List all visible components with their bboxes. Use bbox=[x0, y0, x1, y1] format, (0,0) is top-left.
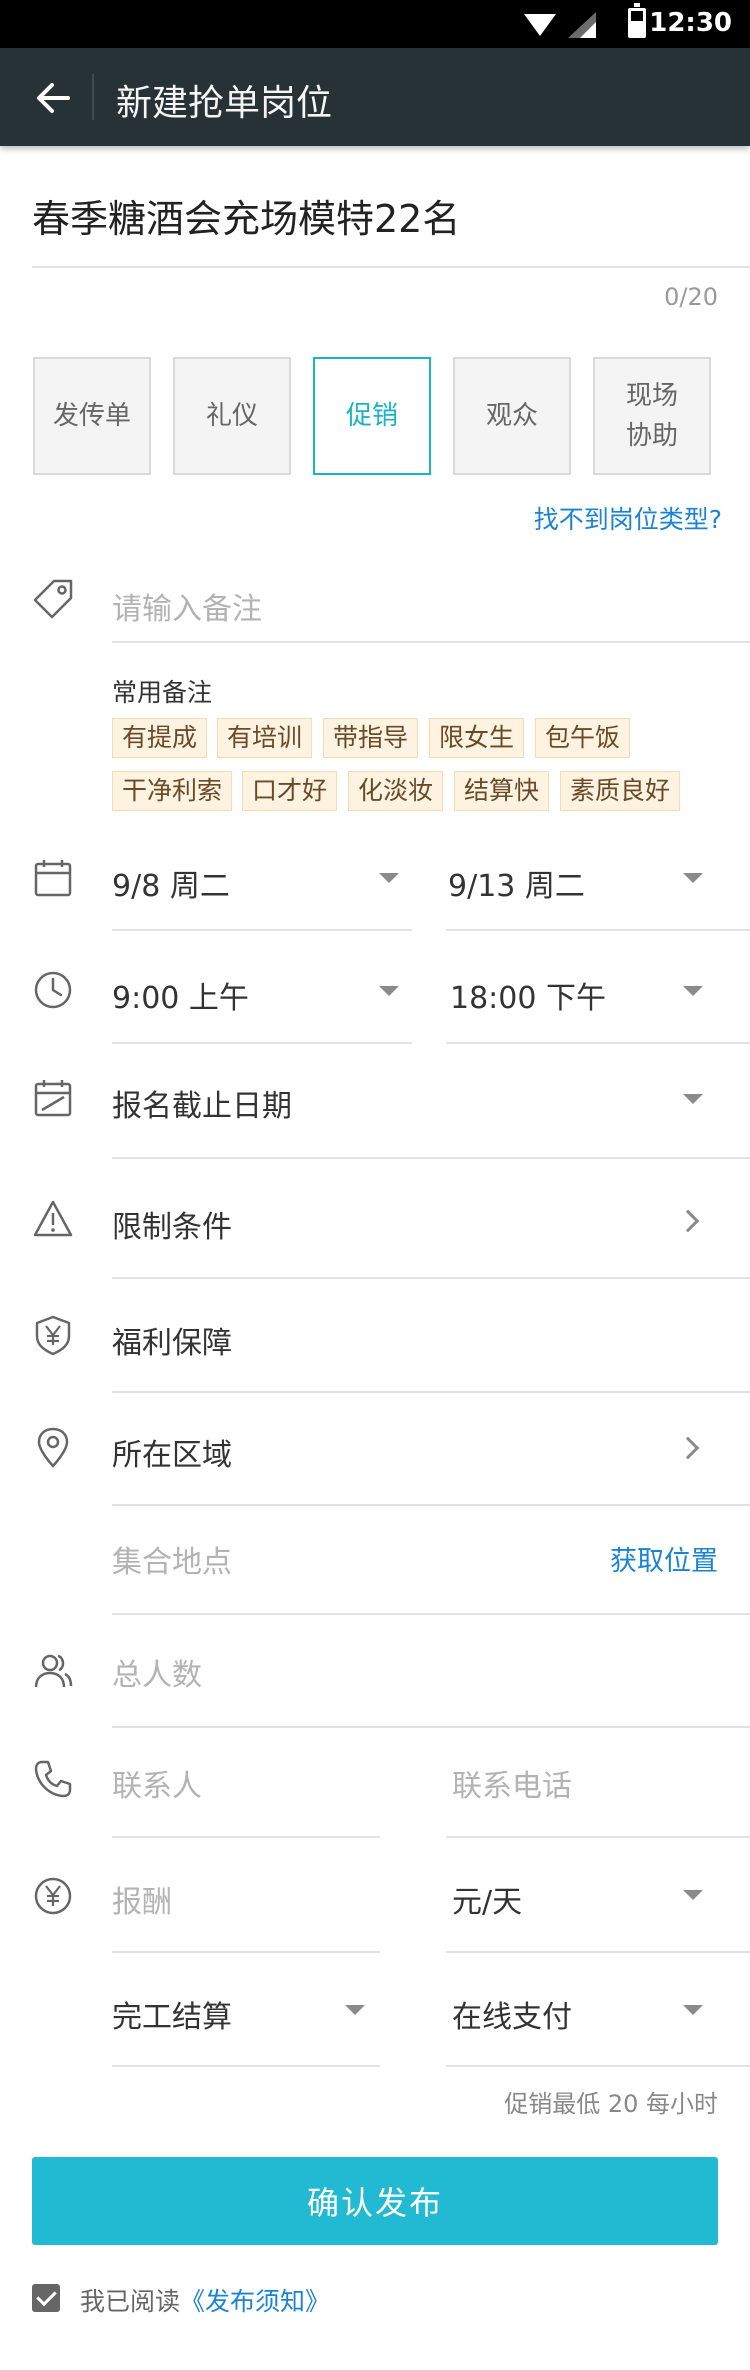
end-date-select[interactable]: 9/13 周二 bbox=[448, 861, 585, 905]
dropdown-caret-icon bbox=[683, 986, 703, 996]
location-pin-icon bbox=[37, 1427, 69, 1468]
type-button-audience[interactable]: 观众 bbox=[453, 357, 571, 475]
dropdown-caret-icon bbox=[345, 2005, 365, 2015]
headcount-input[interactable]: 总人数 bbox=[112, 1650, 202, 1694]
remark-tag[interactable]: 有培训 bbox=[217, 718, 313, 758]
type-button-onsite-assist[interactable]: 现场 协助 bbox=[593, 357, 711, 475]
end-time-select[interactable]: 18:00 下午 bbox=[450, 973, 606, 1017]
dropdown-caret-icon bbox=[683, 2005, 703, 2015]
pay-unit-select[interactable]: 元/天 bbox=[452, 1877, 522, 1921]
type-label: 促销 bbox=[345, 401, 398, 431]
type-label: 现场 协助 bbox=[625, 381, 678, 451]
area-underline bbox=[112, 1504, 750, 1506]
agree-checkbox[interactable] bbox=[32, 2284, 60, 2312]
restrictions-row[interactable]: 限制条件 bbox=[112, 1202, 232, 1246]
get-location-link[interactable]: 获取位置 bbox=[610, 1539, 718, 1578]
remark-tag[interactable]: 限女生 bbox=[429, 718, 525, 758]
clock-icon bbox=[34, 971, 72, 1009]
remark-tag[interactable]: 素质良好 bbox=[560, 771, 681, 811]
type-button-promotion[interactable]: 促销 bbox=[313, 357, 431, 475]
payment-method-underline bbox=[446, 2065, 750, 2067]
tag-icon bbox=[33, 579, 73, 619]
remark-tag[interactable]: 包午饭 bbox=[535, 718, 631, 758]
benefits-row[interactable]: 福利保障 bbox=[112, 1318, 232, 1362]
end-date-underline bbox=[446, 929, 750, 931]
min-pay-note: 促销最低 20 每小时 bbox=[504, 2090, 718, 2118]
warning-icon bbox=[33, 1200, 73, 1237]
dropdown-caret-icon bbox=[683, 873, 703, 883]
meeting-point-underline bbox=[112, 1613, 750, 1615]
agreement-text: 我已阅读《发布须知》 bbox=[80, 2282, 330, 2318]
remark-input[interactable]: 请输入备注 bbox=[112, 584, 262, 628]
start-date-underline bbox=[112, 929, 412, 931]
chevron-right-icon bbox=[676, 1436, 700, 1460]
remark-underline bbox=[112, 641, 750, 643]
job-title-underline bbox=[32, 266, 750, 268]
start-time-underline bbox=[112, 1042, 412, 1044]
benefits-underline bbox=[112, 1391, 750, 1393]
battery-icon bbox=[628, 3, 646, 38]
headcount-underline bbox=[112, 1726, 750, 1728]
contact-name-input[interactable]: 联系人 bbox=[112, 1761, 202, 1805]
area-row[interactable]: 所在区域 bbox=[112, 1430, 232, 1474]
remark-tag[interactable]: 干净利索 bbox=[112, 771, 233, 811]
dropdown-caret-icon bbox=[379, 986, 399, 996]
chevron-right-icon bbox=[676, 1209, 700, 1233]
settlement-underline bbox=[112, 2065, 380, 2067]
type-button-flyers[interactable]: 发传单 bbox=[33, 357, 151, 475]
cant-find-type-link[interactable]: 找不到岗位类型? bbox=[534, 500, 722, 536]
agreement-prefix: 我已阅读 bbox=[80, 2287, 181, 2316]
page-title: 新建抢单岗位 bbox=[116, 83, 333, 124]
contact-phone-input[interactable]: 联系电话 bbox=[452, 1761, 572, 1805]
dropdown-caret-icon bbox=[683, 1094, 703, 1104]
type-button-etiquette[interactable]: 礼仪 bbox=[173, 357, 291, 475]
start-date-select[interactable]: 9/8 周二 bbox=[112, 861, 230, 905]
confirm-publish-button[interactable]: 确认发布 bbox=[32, 2157, 718, 2245]
job-title-input[interactable]: 春季糖酒会充场模特22名 bbox=[32, 188, 460, 243]
signal-icon bbox=[568, 12, 596, 38]
common-remarks-title: 常用备注 bbox=[112, 678, 213, 707]
type-label: 观众 bbox=[485, 401, 538, 431]
remark-tag[interactable]: 带指导 bbox=[323, 718, 419, 758]
shield-yen-icon bbox=[35, 1315, 71, 1356]
deadline-select[interactable]: 报名截止日期 bbox=[112, 1081, 292, 1125]
dropdown-caret-icon bbox=[683, 1890, 703, 1900]
pay-amount-underline bbox=[112, 1951, 380, 1953]
remark-tag[interactable]: 有提成 bbox=[112, 718, 208, 758]
end-time-underline bbox=[446, 1042, 750, 1044]
app-bar-divider bbox=[92, 74, 94, 120]
type-label: 发传单 bbox=[52, 401, 131, 431]
remark-tag[interactable]: 结算快 bbox=[454, 771, 550, 811]
status-bar: 12:30 bbox=[0, 0, 750, 48]
yen-circle-icon bbox=[34, 1877, 72, 1915]
contact-phone-underline bbox=[446, 1836, 750, 1838]
back-arrow-icon[interactable] bbox=[32, 77, 74, 119]
pay-amount-input[interactable]: 报酬 bbox=[112, 1877, 172, 1921]
people-icon bbox=[34, 1654, 73, 1688]
status-time: 12:30 bbox=[649, 8, 732, 38]
deadline-underline bbox=[112, 1157, 750, 1159]
type-label: 礼仪 bbox=[205, 401, 258, 431]
phone-icon bbox=[34, 1760, 72, 1798]
char-counter: 0/20 bbox=[664, 283, 718, 311]
remark-tag[interactable]: 化淡妆 bbox=[348, 771, 444, 811]
contact-name-underline bbox=[112, 1836, 380, 1838]
start-time-select[interactable]: 9:00 上午 bbox=[112, 973, 249, 1017]
calendar-deadline-icon bbox=[34, 1080, 72, 1117]
meeting-point-input[interactable]: 集合地点 bbox=[112, 1537, 232, 1581]
pay-unit-underline bbox=[446, 1951, 750, 1953]
remark-tag[interactable]: 口才好 bbox=[242, 771, 338, 811]
app-bar: 新建抢单岗位 bbox=[0, 48, 750, 146]
calendar-icon bbox=[34, 860, 72, 897]
settlement-select[interactable]: 完工结算 bbox=[112, 1992, 232, 2036]
payment-method-select[interactable]: 在线支付 bbox=[452, 1992, 572, 2036]
dropdown-caret-icon bbox=[379, 873, 399, 883]
publish-rules-link[interactable]: 《发布须知》 bbox=[180, 2287, 330, 2316]
restrictions-underline bbox=[112, 1277, 750, 1279]
wifi-icon bbox=[524, 14, 556, 36]
